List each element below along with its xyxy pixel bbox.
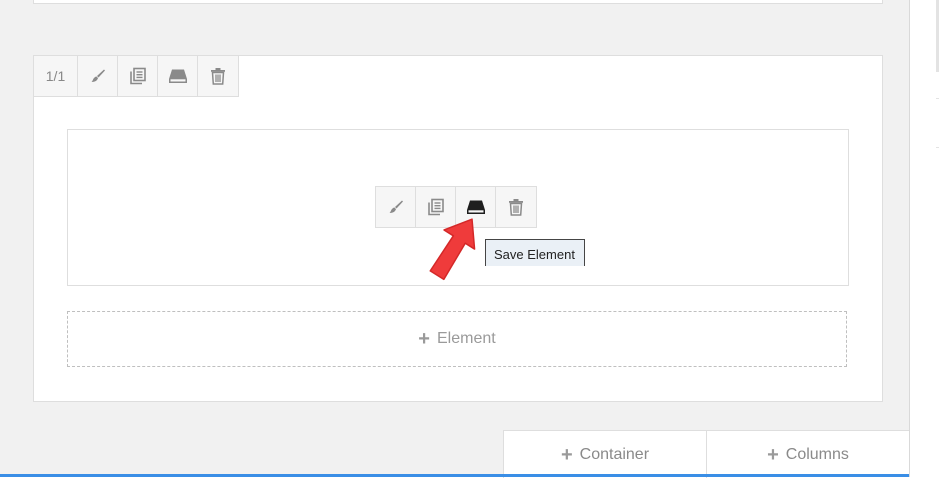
save-element-tooltip: Save Element [485, 239, 585, 266]
save-icon [168, 69, 187, 83]
row-save-button[interactable] [158, 56, 198, 96]
row-duplicate-button[interactable] [118, 56, 158, 96]
row-toolbar: 1/1 [34, 56, 239, 97]
trash-icon [509, 199, 523, 216]
add-element-label: Element [436, 330, 496, 347]
side-panel-edge [909, 0, 939, 477]
trash-icon [211, 68, 225, 85]
builder-canvas: 1/1 Save Element + Element + Container +… [0, 0, 909, 478]
annotation-arrow-icon [429, 218, 476, 281]
plus-icon: + [560, 443, 573, 466]
add-element-button[interactable]: + Element [67, 311, 847, 367]
plus-icon: + [767, 443, 779, 466]
add-container-label: Container [579, 445, 650, 463]
element-edit-button[interactable] [376, 187, 416, 227]
bottom-add-bar: + Container + Columns [503, 430, 909, 478]
add-columns-label: Columns [785, 445, 849, 463]
previous-row-panel [33, 0, 883, 4]
row-counter: 1/1 [34, 56, 78, 96]
element-delete-button[interactable] [496, 187, 536, 227]
duplicate-icon [129, 67, 146, 85]
plus-icon: + [418, 328, 430, 350]
row-delete-button[interactable] [198, 56, 238, 96]
row-edit-button[interactable] [78, 56, 118, 96]
brush-icon [389, 200, 403, 213]
add-container-button[interactable]: + Container [503, 431, 706, 478]
add-columns-button[interactable]: + Columns [706, 431, 909, 478]
brush-icon [91, 69, 105, 82]
